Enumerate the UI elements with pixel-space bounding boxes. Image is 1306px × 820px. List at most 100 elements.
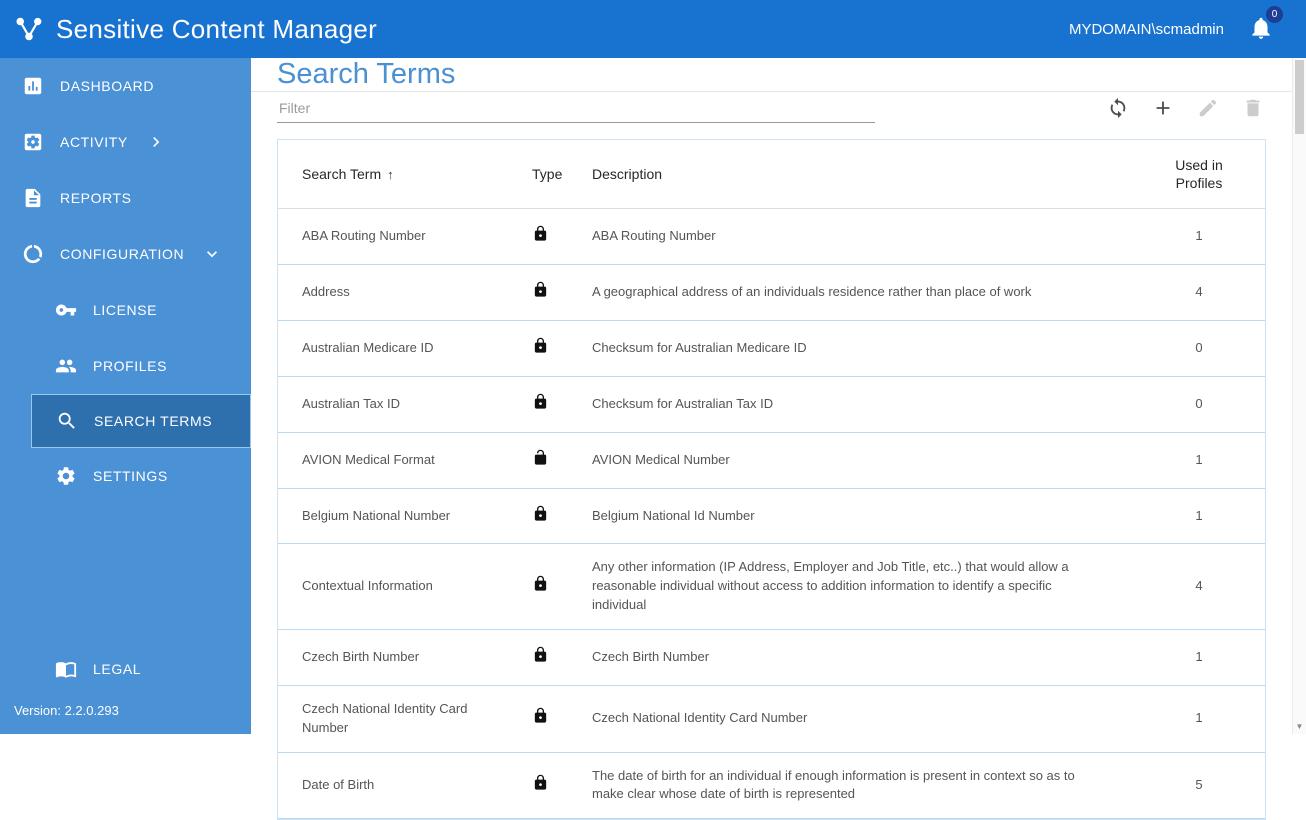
delete-button[interactable] xyxy=(1240,95,1266,121)
lock-icon xyxy=(534,505,547,521)
refresh-button[interactable] xyxy=(1105,95,1131,121)
table-row[interactable]: ABA Routing Number ABA Routing Number 1 xyxy=(278,208,1265,266)
sidebar-item-label: LICENSE xyxy=(93,302,158,318)
cell-used-in-profiles: 5 xyxy=(1133,752,1265,820)
brand: Sensitive Content Manager xyxy=(14,14,377,45)
notifications-button[interactable]: 0 xyxy=(1248,6,1283,43)
column-header-type[interactable]: Type xyxy=(520,140,580,210)
lock-icon xyxy=(534,575,547,591)
table-row[interactable]: Australian Medicare ID Checksum for Austr… xyxy=(278,320,1265,377)
cell-description: AVION Medical Number xyxy=(580,432,1133,489)
lock-icon xyxy=(534,393,547,409)
sidebar-item-profiles[interactable]: PROFILES xyxy=(0,338,251,394)
cell-type xyxy=(520,629,580,686)
cell-description: Checksum for Australian Medicare ID xyxy=(580,320,1133,377)
cell-type xyxy=(520,264,580,322)
sidebar-item-legal[interactable]: LEGAL xyxy=(0,641,251,697)
table-row[interactable]: Czech National Identity Card Number Czech… xyxy=(278,685,1265,753)
scrollbar-down-arrow-icon[interactable]: ▼ xyxy=(1293,720,1306,733)
cell-used-in-profiles: 1 xyxy=(1133,685,1265,753)
cell-type xyxy=(520,685,580,753)
column-header-description[interactable]: Description xyxy=(580,140,1133,210)
column-header-label: Type xyxy=(532,166,563,183)
table-row[interactable]: Czech Birth Number Czech Birth Number 1 xyxy=(278,629,1265,686)
sidebar-item-reports[interactable]: REPORTS xyxy=(0,170,251,226)
cell-used-in-profiles: 4 xyxy=(1133,543,1265,630)
cell-search-term: ABA Routing Number xyxy=(278,208,520,266)
sidebar-item-activity[interactable]: ACTIVITY xyxy=(0,114,251,170)
unlock-icon xyxy=(534,449,547,465)
header-actions: MYDOMAIN\scmadmin 0 xyxy=(1068,6,1283,43)
cell-type xyxy=(520,320,580,377)
logged-in-user: MYDOMAIN\scmadmin xyxy=(1068,20,1224,38)
sidebar-item-label: SEARCH TERMS xyxy=(94,413,213,429)
license-key-icon xyxy=(55,304,77,316)
lock-icon xyxy=(534,337,547,353)
page-title-bar: Search Terms xyxy=(251,58,1306,92)
table-body: ABA Routing Number ABA Routing Number 1 Add… xyxy=(278,208,1265,820)
vertical-scrollbar[interactable]: ▼ xyxy=(1292,58,1306,734)
sidebar-item-configuration[interactable]: CONFIGURATION xyxy=(0,226,251,282)
cell-used-in-profiles: 1 xyxy=(1133,208,1265,266)
table-row[interactable]: AVION Medical Format AVION Medical Number… xyxy=(278,432,1265,489)
notification-count-badge: 0 xyxy=(1266,6,1283,23)
edit-button[interactable] xyxy=(1195,95,1221,121)
cell-type xyxy=(520,752,580,820)
profiles-people-icon xyxy=(55,359,77,373)
scrollbar-thumb[interactable] xyxy=(1295,60,1304,134)
sidebar-item-label: PROFILES xyxy=(93,358,168,374)
cell-description: Belgium National Id Number xyxy=(580,488,1133,545)
cell-type xyxy=(520,432,580,489)
page-title: Search Terms xyxy=(277,58,456,90)
column-header-used-in-profiles[interactable]: Used in Profiles xyxy=(1133,140,1265,210)
reports-icon xyxy=(25,188,41,208)
activity-icon xyxy=(24,133,42,151)
cell-search-term: Czech National Identity Card Number xyxy=(278,685,520,753)
cell-type xyxy=(520,208,580,266)
lock-icon xyxy=(534,646,547,662)
configuration-icon xyxy=(23,244,43,264)
cell-search-term: Australian Medicare ID xyxy=(278,320,520,377)
main-content: Search Terms Filter Search Term ↑ Type D… xyxy=(251,58,1306,820)
table-row[interactable]: Belgium National Number Belgium National … xyxy=(278,488,1265,545)
add-button[interactable] xyxy=(1150,95,1176,121)
sidebar-item-label: DASHBOARD xyxy=(60,78,155,94)
add-icon xyxy=(1156,101,1170,115)
sidebar: DASHBOARD ACTIVITY REPORTS CONFIGURATION… xyxy=(0,58,251,734)
sort-ascending-icon: ↑ xyxy=(387,167,394,183)
sidebar-item-label: REPORTS xyxy=(60,190,132,206)
cell-search-term: Address xyxy=(278,264,520,322)
sidebar-item-settings[interactable]: SETTINGS xyxy=(0,448,251,504)
sidebar-item-search-terms[interactable]: SEARCH TERMS xyxy=(31,394,251,448)
table-row[interactable]: Contextual Information Any other informat… xyxy=(278,543,1265,630)
cell-description: Any other information (IP Address, Emplo… xyxy=(580,543,1133,630)
filter-input[interactable] xyxy=(277,92,875,123)
search-icon xyxy=(58,412,75,429)
cell-type xyxy=(520,376,580,433)
lock-icon xyxy=(534,281,547,297)
table-header-row: Search Term ↑ Type Description Used in Pr… xyxy=(278,140,1265,210)
cell-type xyxy=(520,488,580,545)
table-row[interactable]: Australian Tax ID Checksum for Australian… xyxy=(278,376,1265,433)
sidebar-item-dashboard[interactable]: DASHBOARD xyxy=(0,58,251,114)
legal-book-icon xyxy=(55,662,77,678)
chevron-right-icon xyxy=(152,137,160,147)
cell-used-in-profiles: 0 xyxy=(1133,376,1265,433)
cell-search-term: AVION Medical Format xyxy=(278,432,520,489)
sidebar-item-license[interactable]: LICENSE xyxy=(0,282,251,338)
cell-search-term: Contextual Information xyxy=(278,543,520,630)
app-title: Sensitive Content Manager xyxy=(56,13,378,44)
search-terms-table-card: Search Term ↑ Type Description Used in Pr… xyxy=(277,139,1266,820)
column-header-search-term[interactable]: Search Term ↑ xyxy=(278,140,520,210)
top-header-bar: Sensitive Content Manager MYDOMAIN\scmad… xyxy=(0,0,1306,58)
table-row[interactable]: Date of Birth The date of birth for an in… xyxy=(278,752,1265,820)
cell-description: Checksum for Australian Tax ID xyxy=(580,376,1133,433)
lock-icon xyxy=(534,226,547,241)
settings-gear-icon xyxy=(57,467,75,485)
cell-description: Czech Birth Number xyxy=(580,629,1133,686)
app-logo-icon xyxy=(16,17,42,41)
sidebar-item-label: SETTINGS xyxy=(93,468,168,484)
cell-used-in-profiles: 0 xyxy=(1133,320,1265,377)
cell-type xyxy=(520,543,580,630)
table-row[interactable]: Address A geographical address of an indi… xyxy=(278,264,1265,322)
